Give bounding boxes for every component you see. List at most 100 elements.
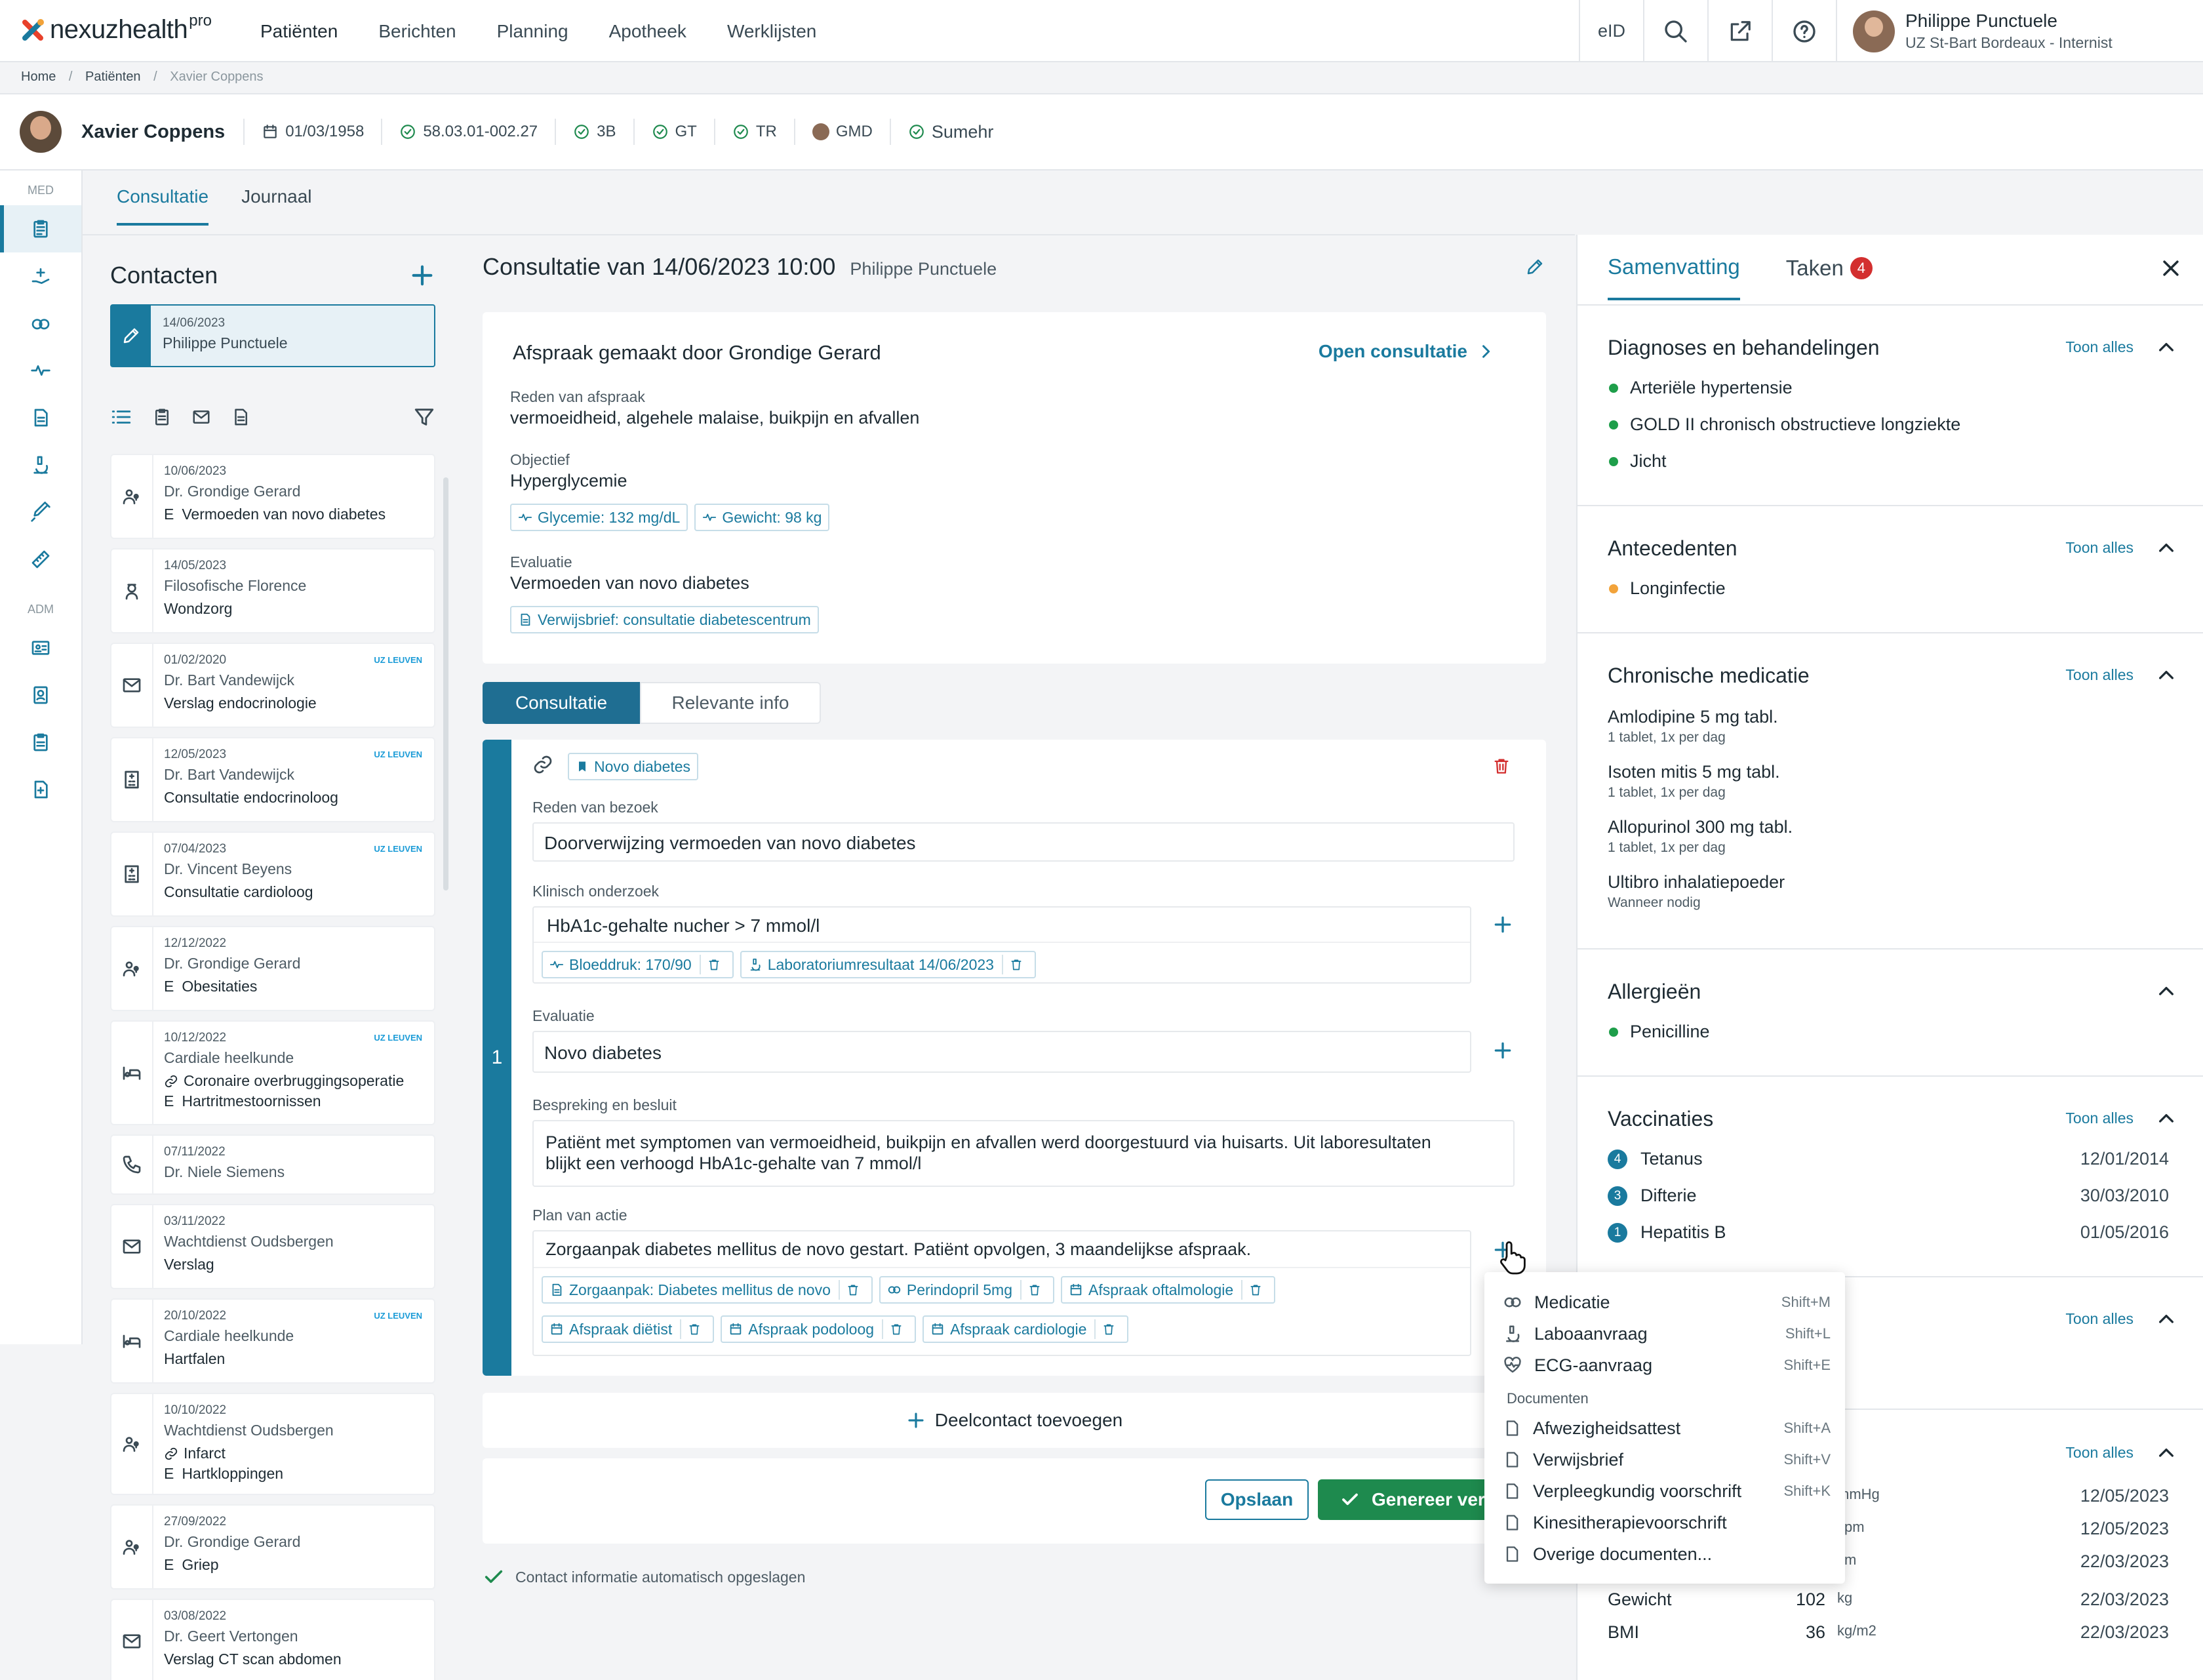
care-plan-chip[interactable]: Zorgaanpak: Diabetes mellitus de novo	[542, 1276, 873, 1304]
vaccinations-show-all[interactable]: Toon alles	[2065, 1110, 2134, 1127]
sidebar-item-consultation[interactable]	[0, 205, 81, 252]
breadcrumb-home[interactable]: Home	[21, 70, 56, 84]
sidebar-item-documents[interactable]	[0, 394, 81, 441]
edit-contact-button[interactable]	[111, 306, 151, 366]
clinical-exam-field[interactable]: HbA1c-gehalte nucher > 7 mmol/l Bloeddru…	[532, 906, 1471, 984]
diagnosis-tag[interactable]: Novo diabetes	[568, 753, 699, 780]
menu-item-absence-certificate[interactable]: Afwezigheidsattest Shift+A	[1503, 1415, 1831, 1441]
chevron-up-icon[interactable]	[2156, 981, 2177, 1002]
sidebar-item-clipboard[interactable]	[0, 719, 81, 766]
evaluation-field[interactable]: Novo diabetes	[532, 1031, 1471, 1073]
list-item[interactable]: 10/12/2022 Cardiale heelkunde Coronaire …	[110, 1020, 435, 1125]
menu-item-medication[interactable]: Medicatie Shift+M	[1503, 1289, 1831, 1315]
blood-pressure-chip[interactable]: Bloeddruk: 170/90	[542, 951, 734, 978]
glycemia-chip[interactable]: Glycemie: 132 mg/dL	[510, 504, 688, 531]
add-subcontact-button[interactable]: Deelcontact toevoegen	[483, 1393, 1546, 1448]
list-item[interactable]: 27/09/2022 Dr. Grondige Gerard E Griep	[110, 1504, 435, 1590]
sidebar-item-medication[interactable]	[0, 300, 81, 347]
menu-item-physio-prescription[interactable]: Kinesitherapievoorschrift	[1503, 1510, 1831, 1536]
medication-show-all[interactable]: Toon alles	[2065, 666, 2134, 684]
eid-button[interactable]: eID	[1579, 0, 1643, 62]
contacts-scrollbar[interactable]	[443, 477, 448, 890]
patient-3b[interactable]: 3B	[555, 119, 633, 145]
delete-chip-button[interactable]	[1241, 1280, 1267, 1300]
add-contact-icon[interactable]	[409, 262, 435, 289]
delete-chip-button[interactable]	[680, 1319, 706, 1339]
search-button[interactable]	[1643, 0, 1707, 62]
list-icon[interactable]	[110, 406, 132, 428]
delete-chip-button[interactable]	[1094, 1319, 1121, 1339]
appointment-chip[interactable]: Afspraak oftalmologie	[1061, 1276, 1276, 1304]
delete-chip-button[interactable]	[1020, 1280, 1046, 1300]
lab-result-chip[interactable]: Laboratoriumresultaat 14/06/2023	[740, 951, 1036, 978]
visit-reason-field[interactable]: Doorverwijzing vermoeden van novo diabet…	[532, 822, 1515, 862]
open-consultation-link[interactable]: Open consultatie	[1319, 341, 1495, 362]
nav-planning[interactable]: Planning	[497, 21, 568, 42]
save-button[interactable]: Opslaan	[1205, 1479, 1309, 1520]
user-menu[interactable]: Philippe Punctuele UZ St-Bart Bordeaux -…	[1836, 0, 2203, 62]
sidebar-item-contact[interactable]	[0, 671, 81, 719]
list-item[interactable]: 03/11/2022 Wachtdienst Oudsbergen Versla…	[110, 1204, 435, 1289]
list-item[interactable]: 10/10/2022 Wachtdienst Oudsbergen Infarc…	[110, 1393, 435, 1495]
menu-item-ecg-request[interactable]: ECG-aanvraag Shift+E	[1503, 1352, 1831, 1378]
sidebar-item-vitals[interactable]	[0, 347, 81, 394]
menu-item-referral-letter[interactable]: Verwijsbrief Shift+V	[1503, 1447, 1831, 1473]
breadcrumb-patienten[interactable]: Patiënten	[85, 70, 141, 84]
chevron-up-icon[interactable]	[2156, 1108, 2177, 1129]
menu-item-other-documents[interactable]: Overige documenten...	[1503, 1541, 1831, 1567]
discussion-field[interactable]: Patiënt met symptomen van vermoeidheid, …	[532, 1120, 1515, 1187]
list-item[interactable]: 20/10/2022 Cardiale heelkunde Hartfalen …	[110, 1298, 435, 1384]
patient-sumehr[interactable]: Sumehr	[889, 119, 1011, 145]
list-item[interactable]: 07/04/2023 Dr. Vincent Beyens Consultati…	[110, 831, 435, 917]
delete-chip-button[interactable]	[699, 955, 726, 974]
delete-chip-button[interactable]	[1001, 955, 1028, 974]
patient-gt[interactable]: GT	[633, 119, 714, 145]
delete-chip-button[interactable]	[838, 1280, 865, 1300]
clipboard-icon[interactable]	[152, 407, 172, 427]
tab-journaal[interactable]: Journaal	[241, 186, 311, 226]
sidebar-item-vaccination[interactable]	[0, 489, 81, 536]
menu-item-nursing-prescription[interactable]: Verpleegkundig voorschrift Shift+K	[1503, 1478, 1831, 1504]
tab-taken[interactable]: Taken 4	[1786, 254, 1873, 300]
sidebar-item-id-card[interactable]	[0, 624, 81, 671]
nav-apotheek[interactable]: Apotheek	[609, 21, 686, 42]
patient-name[interactable]: Xavier Coppens	[81, 121, 225, 143]
sidebar-item-medical-file[interactable]	[0, 766, 81, 813]
sidebar-item-hand[interactable]	[0, 252, 81, 300]
menu-item-lab-request[interactable]: Laboaanvraag Shift+L	[1503, 1321, 1831, 1347]
segment-relevante-info[interactable]: Relevante info	[640, 682, 821, 724]
weight-chip[interactable]: Gewicht: 98 kg	[694, 504, 830, 531]
chevron-up-icon[interactable]	[2156, 538, 2177, 559]
referral-chip[interactable]: Verwijsbrief: consultatie diabetescentru…	[510, 606, 819, 633]
close-icon[interactable]	[2160, 257, 2182, 279]
sidebar-item-measure[interactable]	[0, 536, 81, 583]
section-show-all[interactable]: Toon alles	[2065, 1310, 2134, 1328]
chevron-up-icon[interactable]	[2156, 1309, 2177, 1330]
appointment-chip[interactable]: Afspraak cardiologie	[923, 1315, 1129, 1343]
list-item[interactable]: 03/08/2022 Dr. Geert Vertongen Verslag C…	[110, 1599, 435, 1680]
link-icon[interactable]	[532, 754, 553, 775]
segment-consultatie[interactable]: Consultatie	[483, 682, 640, 724]
document-icon[interactable]	[231, 407, 250, 427]
list-item[interactable]: 14/05/2023 Filosofische Florence Wondzor…	[110, 548, 435, 633]
list-item[interactable]: 10/06/2023 Dr. Grondige Gerard E Vermoede…	[110, 454, 435, 539]
nav-berichten[interactable]: Berichten	[378, 21, 456, 42]
antecedents-show-all[interactable]: Toon alles	[2065, 539, 2134, 557]
add-evaluation-icon[interactable]	[1492, 1040, 1513, 1061]
pencil-icon[interactable]	[1525, 257, 1545, 277]
list-item[interactable]: 12/12/2022 Dr. Grondige Gerard E Obesitat…	[110, 926, 435, 1011]
mail-icon[interactable]	[191, 407, 211, 427]
chevron-up-icon[interactable]	[2156, 337, 2177, 358]
external-link-button[interactable]	[1707, 0, 1772, 62]
contact-selected[interactable]: 14/06/2023 Philippe Punctuele	[110, 304, 435, 367]
chevron-up-icon[interactable]	[2156, 665, 2177, 686]
appointment-chip[interactable]: Afspraak podoloog	[721, 1315, 917, 1343]
help-button[interactable]	[1772, 0, 1836, 62]
appointment-chip[interactable]: Afspraak diëtist	[542, 1315, 715, 1343]
app-logo[interactable]: nexuzhealth pro	[20, 12, 212, 45]
list-item[interactable]: 01/02/2020 Dr. Bart Vandewijck Verslag e…	[110, 643, 435, 728]
list-item[interactable]: 12/05/2023 Dr. Bart Vandewijck Consultat…	[110, 737, 435, 822]
sidebar-item-lab[interactable]	[0, 441, 81, 489]
diagnoses-show-all[interactable]: Toon alles	[2065, 338, 2134, 356]
patient-tr[interactable]: TR	[713, 119, 794, 145]
